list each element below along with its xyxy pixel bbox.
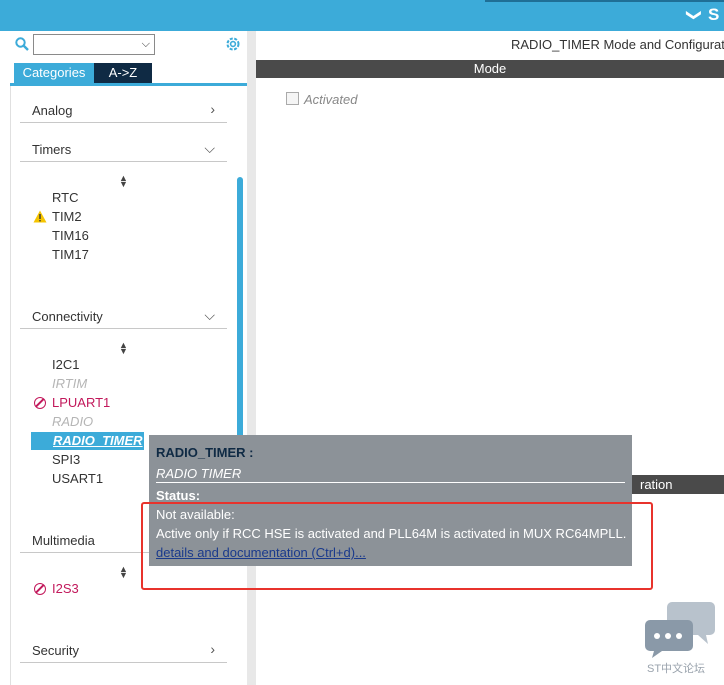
chevron-right-icon: › <box>210 101 215 117</box>
checkbox-icon[interactable] <box>286 92 299 105</box>
list-item-radio-timer[interactable]: RADIO_TIMER <box>31 432 144 450</box>
list-item-rtc[interactable]: RTC <box>52 190 78 205</box>
category-label: Connectivity <box>32 309 103 324</box>
peripheral-list <box>10 86 248 685</box>
tab-categories[interactable]: Categories <box>14 63 94 83</box>
category-security[interactable]: Security › <box>20 640 227 663</box>
category-connectivity[interactable]: Connectivity ⌵ <box>20 306 227 329</box>
tab-a-to-z[interactable]: A->Z <box>94 63 152 83</box>
category-label: Multimedia <box>32 533 95 548</box>
list-item-tim16[interactable]: TIM16 <box>52 228 89 243</box>
configuration-section-header: ration <box>632 475 724 494</box>
list-item-spi3[interactable]: SPI3 <box>52 452 80 467</box>
list-item-irtim[interactable]: IRTIM <box>52 376 87 391</box>
category-label: Analog <box>32 103 73 118</box>
list-item-i2s3[interactable]: I2S3 <box>52 581 79 596</box>
tooltip-divider <box>156 482 625 483</box>
category-label: Security <box>32 643 79 658</box>
top-bar-title: S <box>708 5 720 24</box>
list-item-radio[interactable]: RADIO <box>52 414 93 429</box>
list-item-tim17[interactable]: TIM17 <box>52 247 89 262</box>
chevron-down-icon: ⌵ <box>204 140 215 156</box>
list-item-usart1[interactable]: USART1 <box>52 471 103 486</box>
chevron-down-icon[interactable]: ❯ <box>685 9 703 22</box>
highlight-box <box>141 502 653 590</box>
chevron-down-icon[interactable]: ⌵ <box>142 38 150 51</box>
top-bar-accent <box>485 0 724 2</box>
configuration-header-label: ration <box>640 477 673 492</box>
activated-label: Activated <box>304 92 358 107</box>
tooltip-subtitle: RADIO TIMER <box>156 466 242 481</box>
activated-checkbox[interactable]: Activated <box>286 92 357 107</box>
sort-updown-icon[interactable]: ▲ ▼ <box>119 174 128 189</box>
chevron-right-icon: › <box>210 641 215 657</box>
search-input[interactable]: ⌵ <box>33 34 155 55</box>
sort-updown-icon[interactable]: ▲ ▼ <box>119 565 128 580</box>
list-item-i2c1[interactable]: I2C1 <box>52 357 79 372</box>
gear-icon[interactable] <box>224 35 242 53</box>
warning-icon <box>33 210 47 223</box>
unavailable-icon <box>34 583 46 595</box>
panel-title: RADIO_TIMER Mode and Configurati <box>511 37 724 52</box>
list-item-tim2[interactable]: TIM2 <box>52 209 82 224</box>
category-analog[interactable]: Analog › <box>20 100 227 123</box>
category-timers[interactable]: Timers ⌵ <box>20 139 227 162</box>
tooltip-title: RADIO_TIMER : <box>156 445 254 460</box>
list-item-label: RADIO_TIMER <box>53 433 143 448</box>
sort-updown-icon[interactable]: ▲ ▼ <box>119 341 128 356</box>
list-item-lpuart1[interactable]: LPUART1 <box>52 395 110 410</box>
unavailable-icon <box>34 397 46 409</box>
tooltip-status-label: Status: <box>156 488 201 503</box>
top-bar: ❯ S <box>0 0 724 31</box>
forum-watermark: ST中文论坛 <box>644 600 720 682</box>
search-icon[interactable] <box>15 37 29 51</box>
watermark-text: ST中文论坛 <box>647 663 706 675</box>
chat-bubble-icon <box>645 602 715 658</box>
chevron-down-icon: ⌵ <box>204 307 215 323</box>
category-label: Timers <box>32 142 72 157</box>
mode-section-header: Mode <box>256 60 724 78</box>
